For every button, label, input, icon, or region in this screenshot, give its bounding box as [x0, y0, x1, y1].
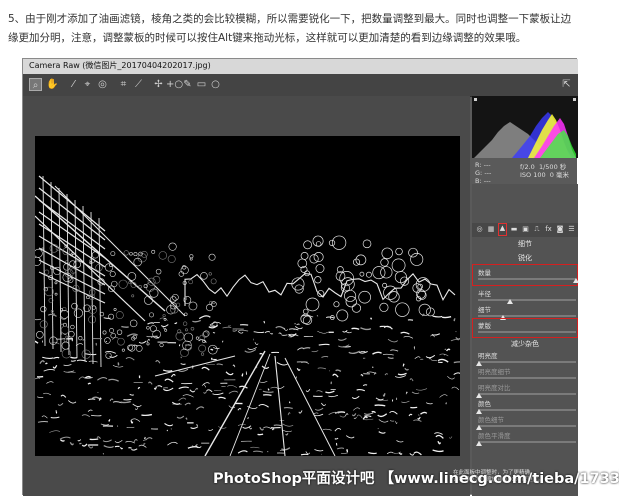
basic-tab-icon[interactable]: ◎: [475, 225, 484, 234]
effects-tab-icon[interactable]: fx: [544, 225, 553, 234]
luminance-contrast-track[interactable]: [478, 393, 576, 395]
fullscreen-icon[interactable]: ⇱: [560, 78, 573, 91]
hsl-tab-icon[interactable]: ▬: [510, 225, 519, 234]
masking-label: 蒙版: [478, 322, 491, 330]
article-line-1: 5、由于刚才添加了油画滤镜，棱角之类的会比较模糊，所以需要锐化一下，把数量调整到…: [8, 13, 572, 25]
preview-image: [35, 136, 460, 456]
camera-calibration-tab-icon[interactable]: ◙: [556, 225, 565, 234]
detail-section-title: 细节: [518, 240, 532, 248]
window-title: Camera Raw (微信图片_20170404202017.jpg): [29, 61, 211, 70]
rgb-readout: R: --- G: --- B: ---: [475, 161, 491, 185]
histogram-graph: [474, 98, 576, 158]
target-adjust-icon[interactable]: ◎: [96, 78, 109, 91]
tool-bar: ⌕ ✋ ⁄ ⌖ ◎ ⌗ ⟋ ✢ +○ ✎ ▭ ○ ⇱: [23, 74, 578, 97]
color-detail-track[interactable]: [478, 425, 576, 427]
detail-tab-icon[interactable]: ▲: [498, 223, 507, 236]
camera-raw-window: Camera Raw (微信图片_20170404202017.jpg) ⌕ ✋…: [22, 58, 619, 496]
g-label: G:: [475, 169, 483, 177]
luminance-detail-label: 明亮度细节: [478, 368, 511, 376]
color-label: 颜色: [478, 400, 491, 408]
white-balance-icon[interactable]: ⁄: [67, 78, 80, 91]
radius-slider-track[interactable]: [478, 299, 576, 301]
split-toning-tab-icon[interactable]: ▣: [521, 225, 530, 234]
sharpen-title: 锐化: [518, 254, 532, 262]
amount-label: 数量: [478, 269, 491, 277]
noise-reduction-title: 减少杂色: [511, 340, 539, 348]
luminance-label: 明亮度: [478, 352, 498, 360]
iso-value: ISO 100: [520, 171, 546, 179]
focal-value: 0 毫米: [549, 171, 569, 179]
adjustment-brush-icon[interactable]: ✎: [181, 78, 194, 91]
color-smoothness-knob[interactable]: [476, 441, 482, 446]
article-line-2: 缘更加分明，注意，调整蒙板的时候可以按住Alt键来拖动光标，这样就可以更加清楚的…: [8, 32, 527, 44]
luminance-slider-track[interactable]: [478, 361, 576, 363]
hand-icon[interactable]: ✋: [46, 78, 59, 91]
color-sampler-icon[interactable]: ⌖: [81, 78, 94, 91]
graduated-filter-icon[interactable]: ▭: [195, 78, 208, 91]
radius-slider-knob[interactable]: [507, 299, 514, 304]
radial-filter-icon[interactable]: ○: [209, 78, 222, 91]
zoom-icon[interactable]: ⌕: [29, 78, 42, 91]
r-label: R:: [475, 161, 482, 169]
luminance-detail-track[interactable]: [478, 377, 576, 379]
exif-readout: f/2.0 1/500 秒 ISO 100 0 毫米: [520, 163, 569, 179]
aperture-value: f/2.0: [520, 163, 535, 171]
amount-slider-knob[interactable]: [573, 278, 579, 283]
panel-tabs: ◎ ▦ ▲ ▬ ▣ ⎍ fx ◙ ☰: [472, 223, 578, 237]
lens-tab-icon[interactable]: ⎍: [533, 225, 542, 234]
spot-removal-icon[interactable]: ✢: [152, 78, 165, 91]
crop-icon[interactable]: ⌗: [117, 78, 130, 91]
color-detail-label: 颜色细节: [478, 416, 504, 424]
radius-label: 半径: [478, 290, 491, 298]
sharpened-photo: [35, 175, 460, 456]
article-text: 5、由于刚才添加了油画滤镜，棱角之类的会比较模糊，所以需要锐化一下，把数量调整到…: [8, 10, 608, 48]
window-titlebar: Camera Raw (微信图片_20170404202017.jpg): [23, 59, 578, 75]
tone-curve-tab-icon[interactable]: ▦: [487, 225, 496, 234]
amount-slider-track[interactable]: [478, 278, 576, 280]
r-value: ---: [483, 161, 491, 169]
red-eye-icon[interactable]: +○: [166, 78, 183, 91]
detail-slider-track[interactable]: [478, 315, 576, 317]
g-value: ---: [484, 169, 492, 177]
color-smoothness-track[interactable]: [478, 441, 576, 443]
shutter-value: 1/500 秒: [538, 163, 567, 171]
detail-label: 细节: [478, 306, 491, 314]
straighten-icon[interactable]: ⟋: [132, 78, 145, 91]
histogram: [472, 96, 578, 158]
watermark-text: PhotoShop平面设计吧 【www.linecg.com/tieba/173…: [213, 471, 619, 487]
color-slider-track[interactable]: [478, 409, 576, 411]
masking-slider-track[interactable]: [478, 331, 576, 333]
color-smoothness-label: 颜色平滑度: [478, 432, 511, 440]
presets-tab-icon[interactable]: ☰: [567, 225, 576, 234]
luminance-contrast-label: 明亮度对比: [478, 384, 511, 392]
